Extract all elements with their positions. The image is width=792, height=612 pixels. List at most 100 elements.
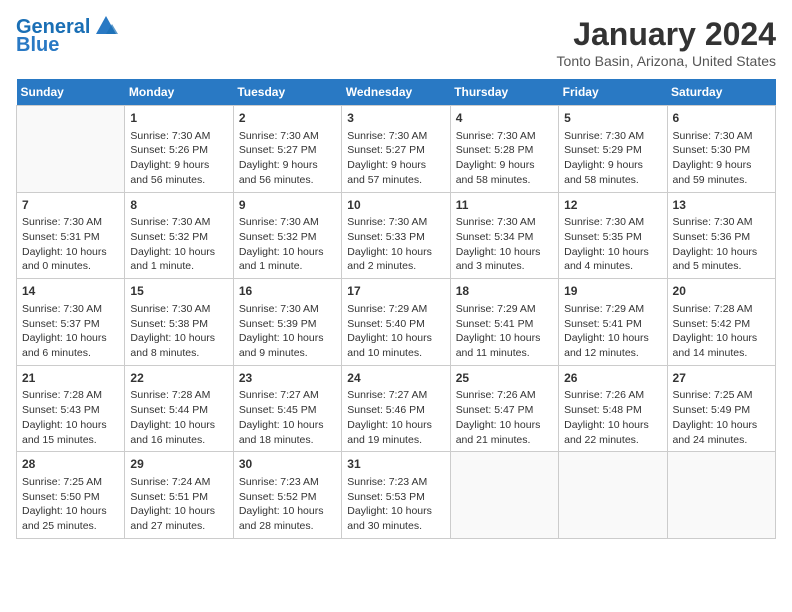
day-number: 29 (130, 456, 227, 473)
day-number: 27 (673, 370, 770, 387)
day-info: Sunrise: 7:29 AMSunset: 5:41 PMDaylight:… (456, 302, 553, 361)
calendar-table: SundayMondayTuesdayWednesdayThursdayFrid… (16, 79, 776, 539)
day-number: 7 (22, 197, 119, 214)
weekday-row: SundayMondayTuesdayWednesdayThursdayFrid… (17, 79, 776, 106)
day-number: 13 (673, 197, 770, 214)
calendar-body: 1 Sunrise: 7:30 AMSunset: 5:26 PMDaylight… (17, 106, 776, 539)
logo-blue-text: Blue (16, 34, 59, 56)
day-info: Sunrise: 7:26 AMSunset: 5:47 PMDaylight:… (456, 388, 553, 447)
day-number: 5 (564, 110, 661, 127)
logo: General Blue (16, 16, 120, 56)
calendar-day-cell: 22Sunrise: 7:28 AMSunset: 5:44 PMDayligh… (125, 365, 233, 452)
calendar-day-cell: 6 Sunrise: 7:30 AMSunset: 5:30 PMDaylight… (667, 106, 775, 193)
day-number: 19 (564, 283, 661, 300)
day-info: Sunrise: 7:30 AMSunset: 5:37 PMDaylight:… (22, 302, 119, 361)
page-header: General Blue January 2024 Tonto Basin, A… (16, 16, 776, 69)
calendar-day-cell: 24Sunrise: 7:27 AMSunset: 5:46 PMDayligh… (342, 365, 450, 452)
calendar-day-cell: 20Sunrise: 7:28 AMSunset: 5:42 PMDayligh… (667, 279, 775, 366)
calendar-day-cell: 15 Sunrise: 7:30 AMSunset: 5:38 PMDayligh… (125, 279, 233, 366)
day-info: Sunrise: 7:30 AMSunset: 5:36 PMDaylight:… (673, 215, 770, 274)
day-info: Sunrise: 7:29 AMSunset: 5:41 PMDaylight:… (564, 302, 661, 361)
day-info: Sunrise: 7:30 AMSunset: 5:28 PMDaylight:… (456, 129, 553, 188)
calendar-day-cell (667, 452, 775, 539)
day-number: 15 (130, 283, 227, 300)
day-number: 23 (239, 370, 336, 387)
day-info: Sunrise: 7:25 AMSunset: 5:50 PMDaylight:… (22, 475, 119, 534)
calendar-day-cell: 8Sunrise: 7:30 AMSunset: 5:32 PMDaylight… (125, 192, 233, 279)
calendar-day-cell: 11Sunrise: 7:30 AMSunset: 5:34 PMDayligh… (450, 192, 558, 279)
month-title: January 2024 (557, 16, 776, 53)
calendar-day-cell: 3 Sunrise: 7:30 AMSunset: 5:27 PMDaylight… (342, 106, 450, 193)
day-number: 3 (347, 110, 444, 127)
day-number: 21 (22, 370, 119, 387)
day-number: 20 (673, 283, 770, 300)
day-number: 6 (673, 110, 770, 127)
day-info: Sunrise: 7:30 AMSunset: 5:39 PMDaylight:… (239, 302, 336, 361)
day-info: Sunrise: 7:29 AMSunset: 5:40 PMDaylight:… (347, 302, 444, 361)
calendar-day-cell: 23Sunrise: 7:27 AMSunset: 5:45 PMDayligh… (233, 365, 341, 452)
day-number: 14 (22, 283, 119, 300)
day-number: 25 (456, 370, 553, 387)
weekday-header: Monday (125, 79, 233, 106)
calendar-day-cell: 29 Sunrise: 7:24 AMSunset: 5:51 PMDayligh… (125, 452, 233, 539)
weekday-header: Wednesday (342, 79, 450, 106)
calendar-day-cell: 4 Sunrise: 7:30 AMSunset: 5:28 PMDaylight… (450, 106, 558, 193)
day-number: 16 (239, 283, 336, 300)
day-number: 12 (564, 197, 661, 214)
day-info: Sunrise: 7:30 AMSunset: 5:27 PMDaylight:… (347, 129, 444, 188)
day-info: Sunrise: 7:25 AMSunset: 5:49 PMDaylight:… (673, 388, 770, 447)
day-number: 9 (239, 197, 336, 214)
day-number: 26 (564, 370, 661, 387)
calendar-day-cell (17, 106, 125, 193)
day-number: 17 (347, 283, 444, 300)
day-info: Sunrise: 7:28 AMSunset: 5:43 PMDaylight:… (22, 388, 119, 447)
weekday-header: Friday (559, 79, 667, 106)
calendar-header: SundayMondayTuesdayWednesdayThursdayFrid… (17, 79, 776, 106)
calendar-day-cell: 14 Sunrise: 7:30 AMSunset: 5:37 PMDayligh… (17, 279, 125, 366)
day-number: 22 (130, 370, 227, 387)
day-info: Sunrise: 7:30 AMSunset: 5:33 PMDaylight:… (347, 215, 444, 274)
day-info: Sunrise: 7:30 AMSunset: 5:35 PMDaylight:… (564, 215, 661, 274)
calendar-day-cell: 12Sunrise: 7:30 AMSunset: 5:35 PMDayligh… (559, 192, 667, 279)
calendar-day-cell: 18Sunrise: 7:29 AMSunset: 5:41 PMDayligh… (450, 279, 558, 366)
calendar-day-cell: 10Sunrise: 7:30 AMSunset: 5:33 PMDayligh… (342, 192, 450, 279)
calendar-day-cell: 25Sunrise: 7:26 AMSunset: 5:47 PMDayligh… (450, 365, 558, 452)
day-info: Sunrise: 7:30 AMSunset: 5:38 PMDaylight:… (130, 302, 227, 361)
calendar-day-cell (559, 452, 667, 539)
day-info: Sunrise: 7:30 AMSunset: 5:30 PMDaylight:… (673, 129, 770, 188)
day-number: 4 (456, 110, 553, 127)
weekday-header: Sunday (17, 79, 125, 106)
day-info: Sunrise: 7:24 AMSunset: 5:51 PMDaylight:… (130, 475, 227, 534)
calendar-day-cell: 21Sunrise: 7:28 AMSunset: 5:43 PMDayligh… (17, 365, 125, 452)
day-info: Sunrise: 7:26 AMSunset: 5:48 PMDaylight:… (564, 388, 661, 447)
calendar-week-row: 21Sunrise: 7:28 AMSunset: 5:43 PMDayligh… (17, 365, 776, 452)
day-number: 30 (239, 456, 336, 473)
weekday-header: Tuesday (233, 79, 341, 106)
calendar-day-cell: 13Sunrise: 7:30 AMSunset: 5:36 PMDayligh… (667, 192, 775, 279)
calendar-day-cell: 19 Sunrise: 7:29 AMSunset: 5:41 PMDayligh… (559, 279, 667, 366)
day-number: 8 (130, 197, 227, 214)
logo-icon (92, 14, 120, 36)
day-info: Sunrise: 7:23 AMSunset: 5:53 PMDaylight:… (347, 475, 444, 534)
calendar-week-row: 1 Sunrise: 7:30 AMSunset: 5:26 PMDaylight… (17, 106, 776, 193)
calendar-day-cell: 31Sunrise: 7:23 AMSunset: 5:53 PMDayligh… (342, 452, 450, 539)
calendar-day-cell: 9Sunrise: 7:30 AMSunset: 5:32 PMDaylight… (233, 192, 341, 279)
calendar-day-cell: 16 Sunrise: 7:30 AMSunset: 5:39 PMDayligh… (233, 279, 341, 366)
day-info: Sunrise: 7:30 AMSunset: 5:32 PMDaylight:… (239, 215, 336, 274)
day-info: Sunrise: 7:30 AMSunset: 5:31 PMDaylight:… (22, 215, 119, 274)
calendar-day-cell: 27Sunrise: 7:25 AMSunset: 5:49 PMDayligh… (667, 365, 775, 452)
day-number: 10 (347, 197, 444, 214)
calendar-day-cell (450, 452, 558, 539)
day-info: Sunrise: 7:30 AMSunset: 5:26 PMDaylight:… (130, 129, 227, 188)
day-number: 1 (130, 110, 227, 127)
calendar-day-cell: 5Sunrise: 7:30 AMSunset: 5:29 PMDaylight… (559, 106, 667, 193)
day-info: Sunrise: 7:23 AMSunset: 5:52 PMDaylight:… (239, 475, 336, 534)
day-info: Sunrise: 7:27 AMSunset: 5:46 PMDaylight:… (347, 388, 444, 447)
day-number: 11 (456, 197, 553, 214)
calendar-day-cell: 7Sunrise: 7:30 AMSunset: 5:31 PMDaylight… (17, 192, 125, 279)
location-subtitle: Tonto Basin, Arizona, United States (557, 53, 776, 69)
day-number: 24 (347, 370, 444, 387)
calendar-day-cell: 2Sunrise: 7:30 AMSunset: 5:27 PMDaylight… (233, 106, 341, 193)
day-info: Sunrise: 7:30 AMSunset: 5:27 PMDaylight:… (239, 129, 336, 188)
calendar-day-cell: 30 Sunrise: 7:23 AMSunset: 5:52 PMDayligh… (233, 452, 341, 539)
